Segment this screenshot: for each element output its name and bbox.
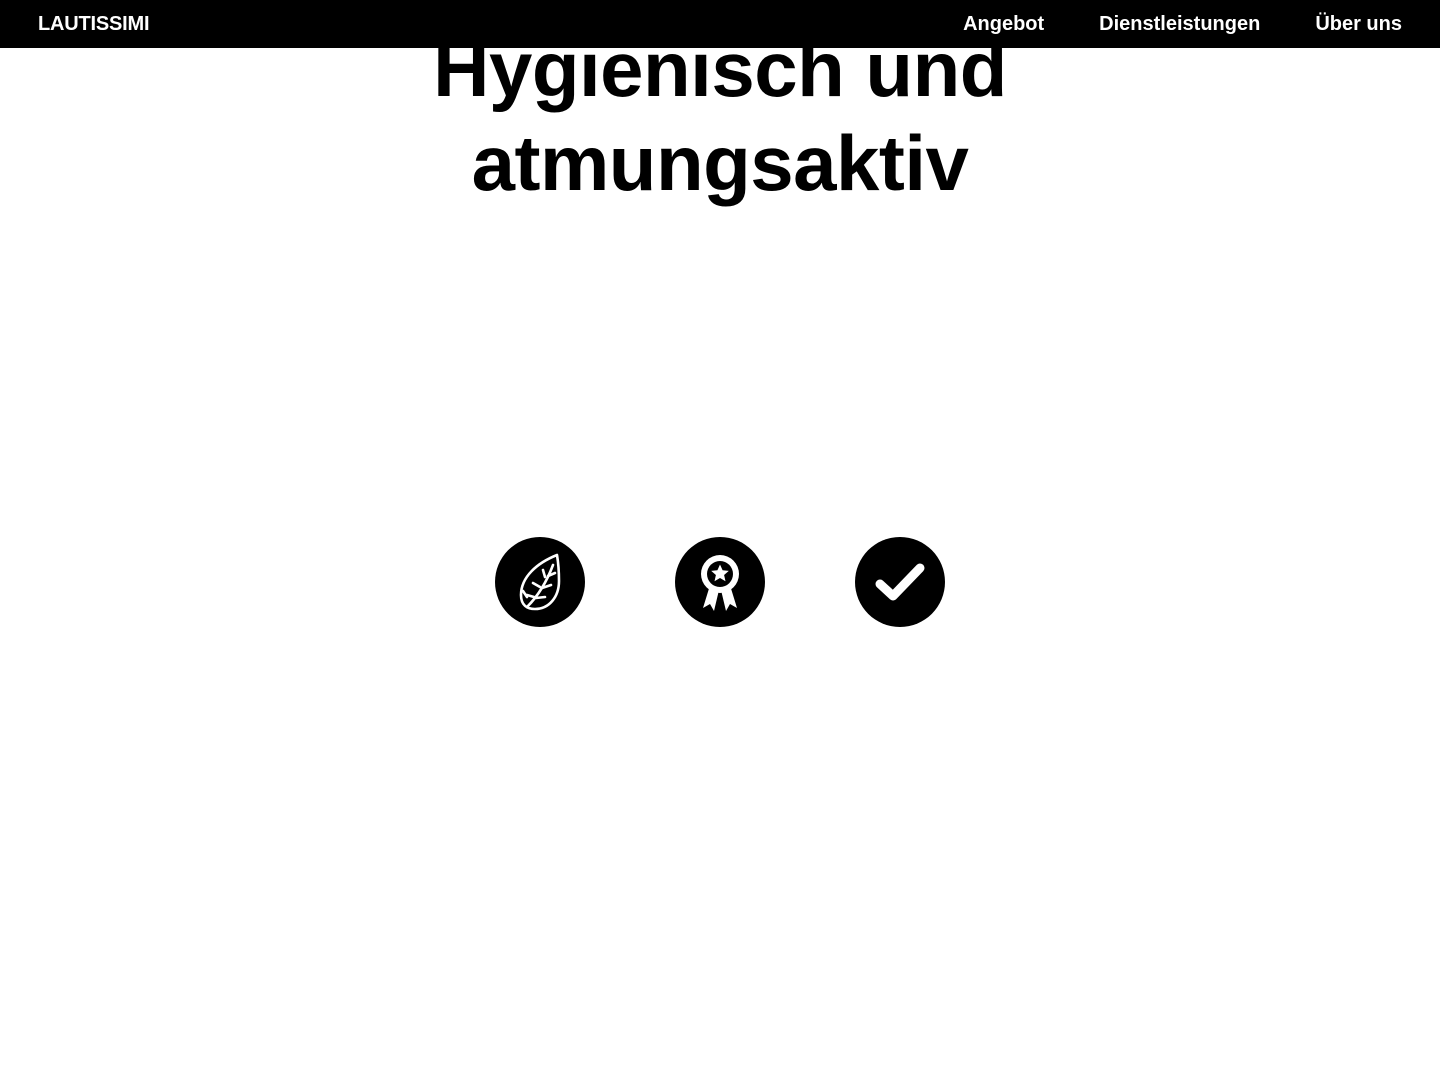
award-ribbon-icon [701,555,739,611]
page: Hygienisch und atmungsaktiv LAUTISSIMI A… [0,0,1440,1080]
hero-title-line-2: atmungsaktiv [471,119,969,207]
nav-link-ueber-uns[interactable]: Über uns [1315,0,1402,48]
feature-approved [855,537,945,627]
feature-quality [675,537,765,627]
nav-link-dienstleistungen[interactable]: Dienstleistungen [1099,0,1260,48]
feature-icons-row [495,537,945,627]
top-navigation-bar: LAUTISSIMI Angebot Dienstleistungen Über… [0,0,1440,48]
brand-logo-link[interactable]: LAUTISSIMI [38,0,150,48]
leaf-icon [519,553,561,611]
main-nav: Angebot Dienstleistungen Über uns [963,0,1402,48]
checkmark-icon [875,563,925,601]
feature-natural [495,537,585,627]
hero-title: Hygienisch und atmungsaktiv [0,22,1440,210]
nav-link-angebot[interactable]: Angebot [963,0,1044,48]
